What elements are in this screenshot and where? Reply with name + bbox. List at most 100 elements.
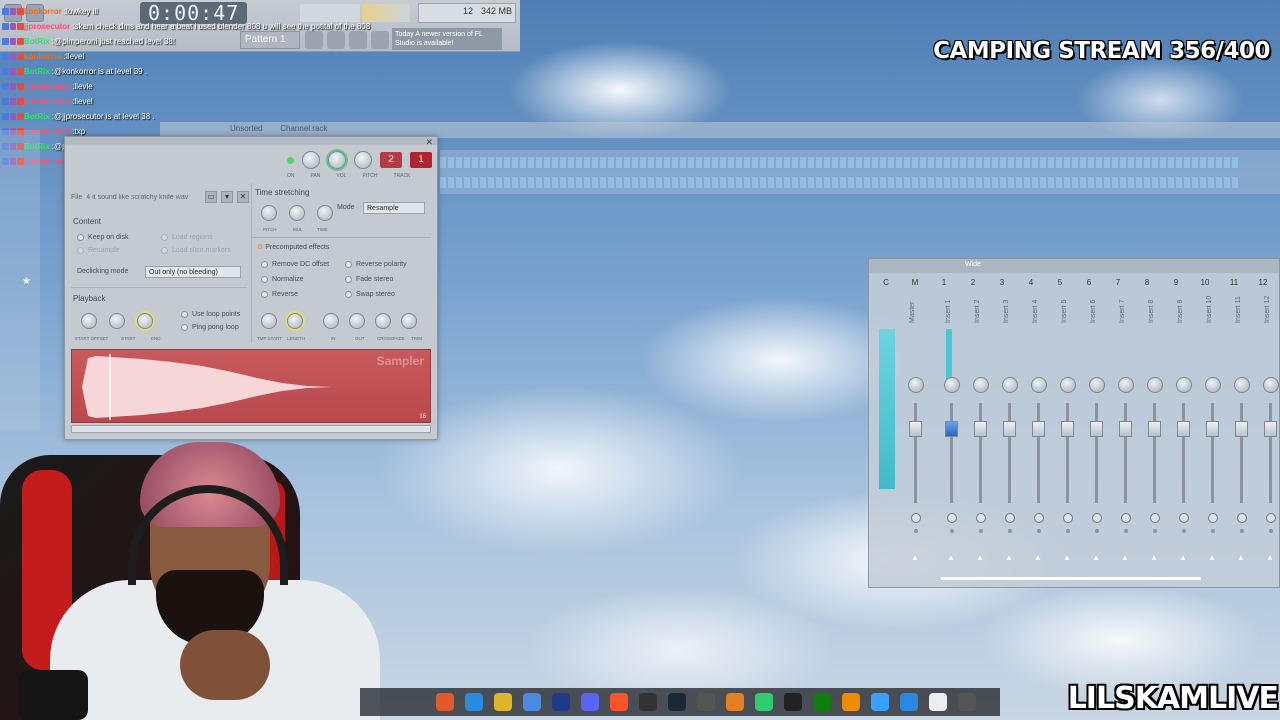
step-button[interactable] [712, 157, 718, 168]
mixer-strip[interactable]: Insert 2 ▲ [970, 293, 992, 583]
route-dot[interactable] [1153, 529, 1157, 533]
track-number[interactable]: 9 [1167, 278, 1185, 287]
radio-button[interactable] [261, 276, 268, 283]
step-button[interactable] [728, 177, 734, 188]
step-button[interactable] [1120, 157, 1126, 168]
close-icon[interactable]: ✕ [237, 191, 249, 203]
step-button[interactable] [768, 157, 774, 168]
step-button[interactable] [672, 157, 678, 168]
length-knob[interactable] [287, 313, 303, 329]
step-button[interactable] [576, 157, 582, 168]
step-button[interactable] [1000, 177, 1006, 188]
volume-fader[interactable] [945, 421, 958, 437]
step-button[interactable] [1168, 157, 1174, 168]
step-button[interactable] [1208, 157, 1214, 168]
folder-icon[interactable] [494, 693, 512, 711]
route-dot[interactable] [1124, 529, 1128, 533]
step-button[interactable] [1008, 177, 1014, 188]
start-offset-knob[interactable] [81, 313, 97, 329]
track-number[interactable]: C [877, 278, 895, 287]
step-button[interactable] [720, 177, 726, 188]
radio-button[interactable] [181, 324, 188, 331]
track-number[interactable]: 4 [1022, 278, 1040, 287]
mixer-strip[interactable]: Insert 4 ▲ [1028, 293, 1050, 583]
step-button[interactable] [968, 157, 974, 168]
track-number[interactable]: 1 [935, 278, 953, 287]
step-button[interactable] [1144, 157, 1150, 168]
step-button[interactable] [944, 177, 950, 188]
volume-fader[interactable] [1090, 421, 1103, 437]
send-knob[interactable] [1150, 513, 1160, 523]
step-button[interactable] [1184, 157, 1190, 168]
step-button[interactable] [1064, 157, 1070, 168]
step-button[interactable] [944, 157, 950, 168]
step-button[interactable] [632, 157, 638, 168]
send-knob[interactable] [1092, 513, 1102, 523]
declicking-select[interactable]: Out only (no bleeding) [145, 266, 241, 278]
route-dot[interactable] [1211, 529, 1215, 533]
step-button[interactable] [736, 157, 742, 168]
steam-icon[interactable] [668, 693, 686, 711]
mixer-strip[interactable]: Insert 5 ▲ [1057, 293, 1079, 583]
pitch-knob[interactable] [354, 151, 372, 169]
discord-icon[interactable] [581, 693, 599, 711]
step-button[interactable] [952, 177, 958, 188]
volume-fader[interactable] [1003, 421, 1016, 437]
step-button[interactable] [488, 177, 494, 188]
step-button[interactable] [664, 157, 670, 168]
route-dot[interactable] [950, 529, 954, 533]
gamebar-icon[interactable] [755, 693, 773, 711]
step-button[interactable] [600, 177, 606, 188]
step-button[interactable] [1168, 177, 1174, 188]
obs-icon[interactable] [639, 693, 657, 711]
route-dot[interactable] [979, 529, 983, 533]
step-button[interactable] [480, 177, 486, 188]
step-button[interactable] [504, 157, 510, 168]
step-button[interactable] [1152, 177, 1158, 188]
chat-username[interactable]: jjprosecutor [24, 94, 70, 109]
step-button[interactable] [840, 177, 846, 188]
step-button[interactable] [1128, 177, 1134, 188]
step-button[interactable] [840, 157, 846, 168]
step-button[interactable] [664, 177, 670, 188]
step-button[interactable] [1224, 177, 1230, 188]
step-button[interactable] [464, 177, 470, 188]
mixer-strip[interactable]: Insert 11 ▲ [1231, 293, 1253, 583]
volume-fader[interactable] [1206, 421, 1219, 437]
step-button[interactable] [792, 157, 798, 168]
image-icon[interactable] [900, 693, 918, 711]
step-button[interactable] [1184, 177, 1190, 188]
radio-button[interactable] [77, 247, 84, 254]
step-button[interactable] [1056, 177, 1062, 188]
step-button[interactable] [960, 157, 966, 168]
step-button[interactable] [592, 157, 598, 168]
step-button[interactable] [888, 157, 894, 168]
load-regions-option[interactable]: Load regions [161, 234, 212, 241]
track-number[interactable]: 2 [964, 278, 982, 287]
step-button[interactable] [968, 177, 974, 188]
step-button[interactable] [648, 177, 654, 188]
step-button[interactable] [904, 177, 910, 188]
step-button[interactable] [656, 157, 662, 168]
route-arrow-icon[interactable]: ▲ [1208, 553, 1216, 562]
effect-option[interactable]: Reverse [261, 291, 298, 298]
step-button[interactable] [744, 157, 750, 168]
step-button[interactable] [536, 177, 542, 188]
step-button[interactable] [992, 157, 998, 168]
step-button[interactable] [888, 177, 894, 188]
step-button[interactable] [680, 157, 686, 168]
step-button[interactable] [936, 157, 942, 168]
step-button[interactable] [696, 157, 702, 168]
track-number[interactable]: 8 [1138, 278, 1156, 287]
send-knob[interactable] [1005, 513, 1015, 523]
channel-number[interactable]: 2 [380, 152, 402, 168]
volume-fader[interactable] [1148, 421, 1161, 437]
step-button[interactable] [1032, 157, 1038, 168]
resample-option[interactable]: Resample [77, 247, 120, 254]
step-button[interactable] [552, 177, 558, 188]
track-number[interactable]: 7 [1109, 278, 1127, 287]
step-button[interactable] [984, 177, 990, 188]
route-dot[interactable] [1269, 529, 1273, 533]
step-button[interactable] [848, 157, 854, 168]
step-button[interactable] [624, 177, 630, 188]
